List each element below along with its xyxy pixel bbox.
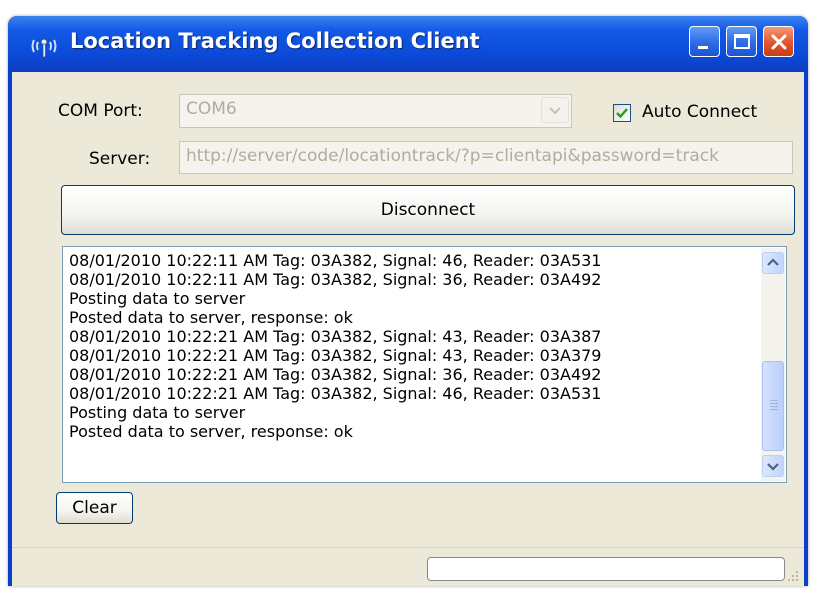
log-line: Posted data to server, response: ok (69, 422, 353, 441)
disconnect-button[interactable]: Disconnect (61, 185, 795, 235)
vertical-scrollbar[interactable] (761, 248, 785, 481)
minimize-button[interactable] (689, 26, 720, 57)
clear-button[interactable]: Clear (56, 492, 133, 524)
log-line: Posting data to server (69, 289, 246, 308)
chevron-up-icon (767, 258, 779, 266)
server-label: Server: (89, 149, 151, 169)
com-port-dropdown[interactable]: COM6 (179, 94, 572, 128)
client-area: COM Port: COM6 Auto Connect Server: http… (12, 72, 804, 586)
log-line: 08/01/2010 10:22:21 AM Tag: 03A382, Sign… (69, 346, 602, 365)
status-bar (12, 547, 804, 586)
auto-connect-label[interactable]: Auto Connect (642, 102, 757, 122)
resize-grip-icon[interactable] (786, 569, 800, 583)
status-panel (427, 557, 785, 581)
log-line: Posted data to server, response: ok (69, 308, 353, 327)
auto-connect-checkbox[interactable] (613, 104, 631, 122)
log-line: 08/01/2010 10:22:11 AM Tag: 03A382, Sign… (69, 270, 602, 289)
chevron-down-icon (767, 463, 779, 471)
antenna-icon (31, 38, 57, 58)
minimize-icon (698, 46, 708, 49)
maximize-button[interactable] (726, 26, 757, 57)
app-window: Location Tracking Collection Client COM … (8, 16, 808, 586)
thumb-grip (770, 403, 778, 404)
log-line: 08/01/2010 10:22:11 AM Tag: 03A382, Sign… (69, 251, 602, 270)
log-textbox[interactable]: 08/01/2010 10:22:11 AM Tag: 03A382, Sign… (62, 246, 787, 483)
com-port-value: COM6 (186, 99, 237, 119)
thumb-grip (770, 409, 778, 410)
dropdown-arrow[interactable] (541, 97, 569, 123)
chevron-down-icon (549, 107, 561, 115)
scroll-up-button[interactable] (762, 252, 784, 274)
log-lines: 08/01/2010 10:22:11 AM Tag: 03A382, Sign… (69, 251, 759, 441)
log-line: 08/01/2010 10:22:21 AM Tag: 03A382, Sign… (69, 327, 602, 346)
log-line: 08/01/2010 10:22:21 AM Tag: 03A382, Sign… (69, 365, 602, 384)
com-port-label: COM Port: (58, 101, 143, 121)
title-bar[interactable]: Location Tracking Collection Client (8, 16, 808, 72)
server-url-field[interactable]: http://server/code/locationtrack/?p=clie… (179, 141, 793, 174)
thumb-grip (770, 406, 778, 407)
log-line: 08/01/2010 10:22:21 AM Tag: 03A382, Sign… (69, 384, 602, 403)
log-line: Posting data to server (69, 403, 246, 422)
checkmark-icon (616, 108, 628, 119)
scroll-thumb[interactable] (762, 361, 784, 451)
close-icon (771, 34, 787, 50)
maximize-icon (734, 34, 750, 49)
thumb-grip (770, 400, 778, 401)
close-button[interactable] (763, 26, 794, 57)
window-title: Location Tracking Collection Client (70, 29, 480, 53)
scroll-down-button[interactable] (762, 455, 784, 477)
